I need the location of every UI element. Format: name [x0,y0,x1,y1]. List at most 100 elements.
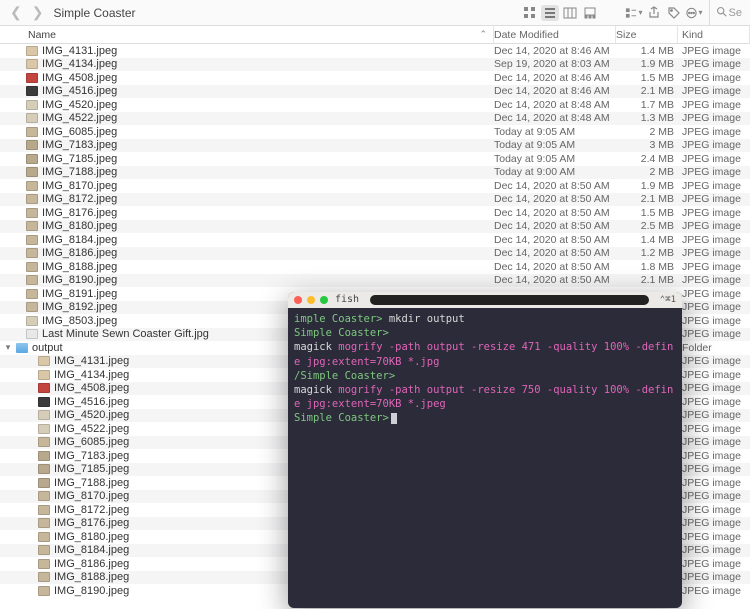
header-date[interactable]: Date Modified [494,26,616,43]
disclosure-triangle-icon[interactable]: ▾ [4,342,12,353]
file-row[interactable]: IMG_4131.jpegDec 14, 2020 at 8:46 AM1.4 … [0,44,750,58]
file-row[interactable]: IMG_4508.jpegDec 14, 2020 at 8:46 AM1.5 … [0,71,750,85]
file-size: 1.9 MB [616,58,678,70]
file-date: Dec 14, 2020 at 8:50 AM [494,220,616,232]
file-name: output [32,342,63,354]
file-name: IMG_4520.jpeg [54,409,129,421]
file-row[interactable]: IMG_8184.jpegDec 14, 2020 at 8:50 AM1.4 … [0,233,750,247]
file-kind: Folder [678,342,750,354]
file-kind: JPEG image [678,396,750,408]
file-name: IMG_8172.jpeg [54,504,129,516]
gallery-view-button[interactable] [581,5,599,21]
file-row[interactable]: IMG_8170.jpegDec 14, 2020 at 8:50 AM1.9 … [0,179,750,193]
file-name: IMG_8176.jpeg [54,517,129,529]
file-kind: JPEG image [678,288,750,300]
header-size[interactable]: Size [616,26,678,43]
file-row[interactable]: IMG_4134.jpegSep 19, 2020 at 8:03 AM1.9 … [0,58,750,72]
file-row[interactable]: IMG_6085.jpegToday at 9:05 AM2 MBJPEG im… [0,125,750,139]
file-row[interactable]: IMG_4516.jpegDec 14, 2020 at 8:46 AM2.1 … [0,85,750,99]
file-row[interactable]: IMG_8188.jpegDec 14, 2020 at 8:50 AM1.8 … [0,260,750,274]
forward-button[interactable]: ❯ [30,4,46,21]
file-row[interactable]: IMG_4522.jpegDec 14, 2020 at 8:48 AM1.3 … [0,112,750,126]
list-view-button[interactable] [541,5,559,21]
header-name[interactable]: Name⌃ [0,26,494,43]
file-name: IMG_4522.jpeg [42,112,117,124]
file-kind: JPEG image [678,180,750,192]
file-name: IMG_8184.jpeg [54,544,129,556]
tags-button[interactable] [665,5,683,21]
file-row[interactable]: IMG_7183.jpegToday at 9:05 AM3 MBJPEG im… [0,139,750,153]
terminal-shortcut: ⌃⌘1 [660,294,676,306]
terminal-window[interactable]: fish ⌃⌘1 imple Coaster> mkdir output Sim… [288,292,682,608]
file-date: Dec 14, 2020 at 8:50 AM [494,274,616,286]
back-button[interactable]: ❮ [8,4,24,21]
file-name: IMG_7185.jpeg [54,463,129,475]
file-name: IMG_4508.jpeg [54,382,129,394]
file-kind: JPEG image [678,558,750,570]
icon-view-button[interactable] [521,5,539,21]
file-name: IMG_8180.jpeg [42,220,117,232]
file-date: Dec 14, 2020 at 8:46 AM [494,85,616,97]
file-row[interactable]: IMG_8190.jpeg Dec 14, 2020 at 8:50 AM2.1 … [0,274,750,288]
file-size: 1.5 MB [616,207,678,219]
header-kind[interactable]: Kind [678,26,750,43]
file-name: IMG_4522.jpeg [54,423,129,435]
terminal-line: magick mogrify -path output -resize 471 … [294,340,676,368]
share-button[interactable] [645,5,663,21]
file-row[interactable]: IMG_7185.jpegToday at 9:05 AM2.4 MBJPEG … [0,152,750,166]
terminal-titlebar[interactable]: fish ⌃⌘1 [288,292,682,308]
more-actions-button[interactable]: ▾ [685,5,703,21]
file-kind: JPEG image [678,531,750,543]
search-field[interactable]: Se [709,0,742,25]
file-size: 1.8 MB [616,261,678,273]
file-name: IMG_8186.jpeg [54,558,129,570]
file-name: IMG_7188.jpeg [42,166,117,178]
file-kind: JPEG image [678,247,750,259]
file-name: IMG_7188.jpeg [54,477,129,489]
search-icon [716,6,727,20]
close-button[interactable] [294,296,302,304]
file-size: 2.1 MB [616,85,678,97]
file-kind: JPEG image [678,315,750,327]
terminal-cursor [391,413,397,424]
search-placeholder: Se [729,7,742,19]
file-name: IMG_8176.jpeg [42,207,117,219]
sort-indicator-icon: ⌃ [479,29,487,40]
view-mode-group [521,5,599,21]
file-date: Dec 14, 2020 at 8:46 AM [494,72,616,84]
file-row[interactable]: IMG_4520.jpegDec 14, 2020 at 8:48 AM1.7 … [0,98,750,112]
file-kind: JPEG image [678,504,750,516]
file-kind: JPEG image [678,193,750,205]
file-row[interactable]: IMG_8176.jpegDec 14, 2020 at 8:50 AM1.5 … [0,206,750,220]
file-name: IMG_8191.jpeg [42,288,117,300]
file-size: 3 MB [616,139,678,151]
file-kind: JPEG image [678,274,750,286]
file-name: IMG_8170.jpeg [54,490,129,502]
file-kind: JPEG image [678,301,750,313]
column-view-button[interactable] [561,5,579,21]
file-name: Last Minute Sewn Coaster Gift.jpg [42,328,209,340]
file-row[interactable]: IMG_8186.jpegDec 14, 2020 at 8:50 AM1.2 … [0,247,750,261]
file-name: IMG_8190.jpeg [54,585,129,597]
file-kind: JPEG image [678,234,750,246]
file-row[interactable]: IMG_7188.jpegToday at 9:00 AM2 MBJPEG im… [0,166,750,180]
file-row[interactable]: IMG_8172.jpegDec 14, 2020 at 8:50 AM2.1 … [0,193,750,207]
file-name: IMG_4131.jpeg [42,45,117,57]
file-kind: JPEG image [678,112,750,124]
file-name: IMG_7185.jpeg [42,153,117,165]
file-kind: JPEG image [678,477,750,489]
file-date: Dec 14, 2020 at 8:50 AM [494,261,616,273]
file-name: IMG_8186.jpeg [42,247,117,259]
file-name: IMG_8190.jpeg [42,274,117,286]
file-name: IMG_8184.jpeg [42,234,117,246]
zoom-button[interactable] [320,296,328,304]
minimize-button[interactable] [307,296,315,304]
file-date: Dec 14, 2020 at 8:48 AM [494,112,616,124]
file-row[interactable]: IMG_8180.jpegDec 14, 2020 at 8:50 AM2.5 … [0,220,750,234]
file-size: 1.4 MB [616,234,678,246]
file-name: IMG_8172.jpeg [42,193,117,205]
file-size: 2.1 MB [616,274,678,286]
group-by-button[interactable]: ▾ [625,5,643,21]
terminal-body[interactable]: imple Coaster> mkdir output Simple Coast… [288,308,682,429]
file-kind: JPEG image [678,409,750,421]
